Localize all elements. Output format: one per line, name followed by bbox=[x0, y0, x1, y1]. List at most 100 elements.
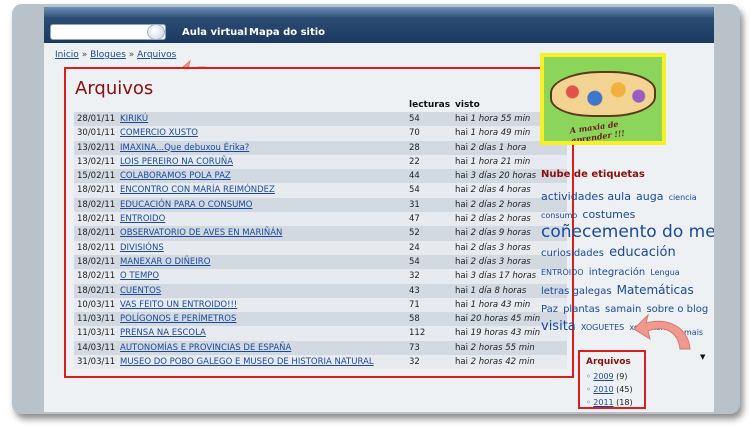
archive-table: 28/01/11 KIRIKÚ 54 hai 1 hora 55 min 30/01/1… bbox=[74, 112, 567, 370]
tag-link[interactable]: Matemáticas bbox=[617, 283, 694, 297]
collapse-triangle-icon[interactable]: ▼ bbox=[700, 353, 705, 361]
tag-link[interactable]: Lengua bbox=[650, 268, 679, 277]
tag-link[interactable]: XOGUETES bbox=[581, 323, 624, 332]
tag-link[interactable]: costumes bbox=[582, 208, 635, 222]
nav-mapa-do-sitio[interactable]: Mapa do sitio bbox=[249, 27, 325, 38]
tag-link[interactable]: educación bbox=[609, 245, 676, 260]
post-title-link[interactable]: KIRIKÚ bbox=[120, 114, 148, 124]
post-last-seen: hai 2 días 2 horas bbox=[455, 199, 531, 210]
post-last-seen: hai 2 días 9 horas bbox=[455, 228, 531, 239]
post-date: 18/02/11 bbox=[77, 271, 116, 282]
archive-year-link[interactable]: 2009 bbox=[593, 372, 613, 381]
post-title-link[interactable]: EDUCACIÓN PARA O CONSUMO bbox=[120, 200, 252, 210]
banner-caption: A maxia de aprender !!! bbox=[569, 118, 626, 141]
post-title-link[interactable]: ENCONTRO CON MARÍA REIMÓNDEZ bbox=[120, 185, 275, 195]
archive-year-count: (45) bbox=[616, 385, 633, 394]
post-last-seen: hai 1 hora 43 min bbox=[455, 299, 531, 310]
table-row: 18/02/11 OBSERVATORIO DE AVES EN MARIÑÁN 5… bbox=[74, 226, 567, 241]
table-row: 18/02/11 DIVISIÓNS 24 hai 2 días 3 horas bbox=[74, 240, 567, 255]
post-title-link[interactable]: COLABORAMOS POLA PAZ bbox=[120, 171, 231, 181]
archive-year-link[interactable]: 2010 bbox=[593, 385, 613, 394]
post-last-seen: hai 20 horas 45 min bbox=[455, 314, 541, 325]
table-row: 11/03/11 POLÍGONOS E PERÍMETROS 58 hai 20 h… bbox=[74, 312, 567, 327]
column-header-reads: lecturas bbox=[409, 100, 451, 110]
nav-aula-virtual[interactable]: Aula virtual bbox=[182, 27, 247, 38]
post-date: 18/02/11 bbox=[77, 185, 116, 196]
column-header-seen: visto bbox=[455, 100, 480, 110]
archive-widget: Arquivos ◦ 2009 (9) ◦ 2010 (45) ◦ 2011 (18… bbox=[578, 350, 646, 409]
search-input[interactable] bbox=[50, 24, 166, 40]
post-title-link[interactable]: ENTROIDO bbox=[120, 214, 165, 224]
archive-year-count: (9) bbox=[616, 372, 628, 381]
site-header: Aula virtual Mapa do sitio bbox=[44, 7, 714, 43]
post-reads: 24 bbox=[409, 242, 420, 253]
table-row: 28/01/11 KIRIKÚ 54 hai 1 hora 55 min bbox=[74, 112, 567, 127]
breadcrumb-blogues[interactable]: Blogues bbox=[90, 50, 126, 60]
post-reads: 71 bbox=[409, 299, 420, 310]
post-title-link[interactable]: POLÍGONOS E PERÍMETROS bbox=[120, 314, 236, 324]
post-date: 11/03/11 bbox=[77, 328, 116, 339]
post-last-seen: hai 3 días 17 horas bbox=[455, 271, 537, 282]
tag-link[interactable]: visita bbox=[541, 319, 576, 334]
post-reads: 31 bbox=[409, 199, 420, 210]
bullet-icon: ◦ bbox=[586, 398, 591, 407]
post-date: 30/01/11 bbox=[77, 128, 116, 139]
blog-banner-image[interactable]: A maxia de aprender !!! bbox=[540, 53, 666, 145]
tag-link[interactable]: integración bbox=[589, 267, 646, 278]
post-last-seen: hai 2 días 2 horas bbox=[455, 214, 531, 225]
archive-year-item: ◦ 2010 (45) bbox=[586, 385, 633, 398]
post-title-link[interactable]: MANEXAR O DIÑEIRO bbox=[120, 257, 210, 267]
post-title-link[interactable]: DIVISIÓNS bbox=[120, 243, 164, 253]
sidebar: A maxia de aprender !!! Nube de etiqueta… bbox=[532, 43, 714, 412]
archive-widget-title: Arquivos bbox=[586, 357, 631, 367]
post-reads: 54 bbox=[409, 114, 420, 124]
tag-link[interactable]: curiosidades bbox=[541, 248, 604, 259]
post-reads: 32 bbox=[409, 357, 420, 368]
post-title-link[interactable]: AUTONOMÍAS E PROVINCIAS DE ESPAÑA bbox=[120, 343, 291, 353]
tag-link[interactable]: Paz bbox=[541, 304, 558, 315]
post-date: 31/03/11 bbox=[77, 357, 116, 368]
post-reads: 70 bbox=[409, 128, 420, 139]
post-reads: 52 bbox=[409, 228, 420, 239]
post-title-link[interactable]: IMAXINA...Que debuxou Érika? bbox=[120, 143, 249, 153]
table-row: 18/02/11 MANEXAR O DIÑEIRO 54 hai 2 días 3 … bbox=[74, 254, 567, 270]
post-date: 18/02/11 bbox=[77, 285, 116, 296]
post-title-link[interactable]: LOIS PEREIRO NA CORUÑA bbox=[120, 157, 233, 167]
post-title-link[interactable]: OBSERVATORIO DE AVES EN MARIÑÁN bbox=[120, 228, 282, 238]
post-title-link[interactable]: O TEMPO bbox=[120, 271, 159, 281]
post-date: 14/03/11 bbox=[77, 342, 116, 353]
archive-year-link[interactable]: 2011 bbox=[593, 398, 613, 407]
post-reads: 22 bbox=[409, 156, 420, 167]
post-last-seen: hai 19 horas 43 min bbox=[455, 328, 541, 339]
post-reads: 73 bbox=[409, 342, 420, 353]
archive-list-panel: Arquivos lecturas visto 28/01/11 KIRIKÚ 54… bbox=[64, 67, 574, 378]
tag-link[interactable]: ciencia bbox=[669, 193, 697, 202]
page-title: Arquivos bbox=[75, 78, 154, 99]
tag-link[interactable]: actividades aula bbox=[541, 190, 631, 203]
archive-year-item: ◦ 2011 (18) bbox=[586, 398, 633, 411]
breadcrumb-arquivos[interactable]: Arquivos bbox=[137, 50, 176, 60]
post-title-link[interactable]: PRENSA NA ESCOLA bbox=[120, 328, 206, 338]
post-last-seen: hai 2 días 1 hora bbox=[455, 142, 527, 153]
tag-link[interactable]: consumo bbox=[541, 211, 577, 220]
post-date: 13/02/11 bbox=[77, 156, 116, 167]
tag-link[interactable]: auga bbox=[636, 190, 663, 203]
annotation-arrow-icon bbox=[633, 313, 691, 350]
breadcrumb-inicio[interactable]: Inicio bbox=[55, 50, 79, 60]
tag-link[interactable]: letras galegas bbox=[541, 286, 612, 297]
post-last-seen: hai 1 hora 21 min bbox=[455, 156, 531, 167]
post-reads: 58 bbox=[409, 314, 420, 325]
tag-link[interactable]: coñecemento do medio bbox=[541, 222, 714, 242]
post-last-seen: hai 2 días 4 horas bbox=[455, 185, 531, 196]
post-date: 10/03/11 bbox=[77, 299, 116, 310]
tag-link[interactable]: plantas bbox=[563, 304, 600, 315]
post-date: 28/01/11 bbox=[77, 114, 116, 124]
post-title-link[interactable]: VAS FEITO UN ENTROIDO!!! bbox=[120, 300, 237, 310]
post-reads: 54 bbox=[409, 185, 420, 196]
search-button[interactable] bbox=[147, 24, 165, 40]
post-title-link[interactable]: MUSEO DO POBO GALEGO E MUSEO DE HISTORIA… bbox=[120, 357, 374, 367]
post-title-link[interactable]: COMERCIO XUSTO bbox=[120, 128, 198, 138]
post-title-link[interactable]: CUENTOS bbox=[120, 286, 161, 296]
archive-year-list: ◦ 2009 (9) ◦ 2010 (45) ◦ 2011 (18) bbox=[586, 372, 633, 411]
tag-link[interactable]: ENTROIDO bbox=[541, 268, 584, 277]
